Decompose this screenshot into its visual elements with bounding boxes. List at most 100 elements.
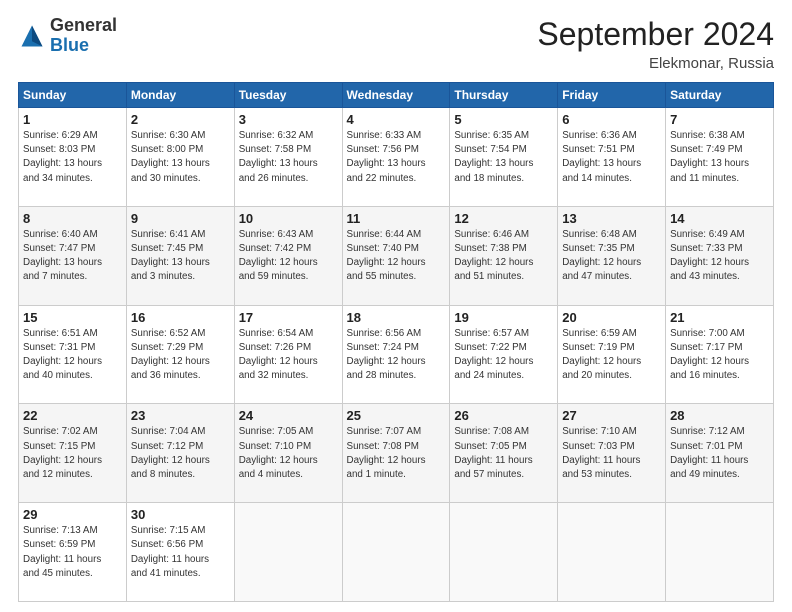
day-number: 12: [454, 211, 553, 226]
day-info: Sunrise: 6:43 AM Sunset: 7:42 PM Dayligh…: [239, 228, 338, 285]
calendar-cell: 19Sunrise: 6:57 AM Sunset: 7:22 PM Dayli…: [450, 305, 558, 404]
logo-blue-text: Blue: [50, 35, 89, 55]
day-number: 26: [454, 408, 553, 423]
day-info: Sunrise: 6:36 AM Sunset: 7:51 PM Dayligh…: [562, 129, 661, 186]
calendar-cell: 14 Sunrise: 6:49 AM Sunset: 7:33 PM Dayli…: [666, 206, 774, 305]
calendar-cell: 1 Sunrise: 6:29 AM Sunset: 8:03 PM Daylig…: [19, 108, 127, 207]
week-row-4: 22 Sunrise: 7:02 AM Sunset: 7:15 PM Dayli…: [19, 404, 774, 503]
calendar-cell: 10 Sunrise: 6:43 AM Sunset: 7:42 PM Dayli…: [234, 206, 342, 305]
day-number: 27: [562, 408, 661, 423]
col-tuesday: Tuesday: [234, 83, 342, 108]
calendar-cell: 12 Sunrise: 6:46 AM Sunset: 7:38 PM Dayli…: [450, 206, 558, 305]
day-info: Sunrise: 7:12 AM Sunset: 7:01 PM Dayligh…: [670, 425, 769, 482]
day-number: 5: [454, 112, 553, 127]
calendar-cell: 18Sunrise: 6:56 AM Sunset: 7:24 PM Dayli…: [342, 305, 450, 404]
day-number: 13: [562, 211, 661, 226]
header: General Blue September 2024 Elekmonar, R…: [18, 16, 774, 72]
day-info: Sunrise: 6:48 AM Sunset: 7:35 PM Dayligh…: [562, 228, 661, 285]
calendar-cell: 7 Sunrise: 6:38 AM Sunset: 7:49 PM Daylig…: [666, 108, 774, 207]
calendar-cell: 4 Sunrise: 6:33 AM Sunset: 7:56 PM Daylig…: [342, 108, 450, 207]
day-number: 3: [239, 112, 338, 127]
day-info: Sunrise: 6:51 AM Sunset: 7:31 PM Dayligh…: [23, 327, 122, 384]
day-number: 20: [562, 310, 661, 325]
logo-general-text: General: [50, 15, 117, 35]
calendar-cell: 30 Sunrise: 7:15 AM Sunset: 6:56 PM Dayli…: [126, 503, 234, 602]
calendar-cell: 23Sunrise: 7:04 AM Sunset: 7:12 PM Dayli…: [126, 404, 234, 503]
calendar-cell: [342, 503, 450, 602]
day-info: Sunrise: 6:33 AM Sunset: 7:56 PM Dayligh…: [347, 129, 446, 186]
day-number: 22: [23, 408, 122, 423]
day-number: 25: [347, 408, 446, 423]
day-info: Sunrise: 6:40 AM Sunset: 7:47 PM Dayligh…: [23, 228, 122, 285]
week-row-5: 29Sunrise: 7:13 AM Sunset: 6:59 PM Dayli…: [19, 503, 774, 602]
day-number: 8: [23, 211, 122, 226]
day-number: 9: [131, 211, 230, 226]
calendar-cell: [666, 503, 774, 602]
day-number: 30: [131, 507, 230, 522]
day-info: Sunrise: 6:44 AM Sunset: 7:40 PM Dayligh…: [347, 228, 446, 285]
calendar-cell: [234, 503, 342, 602]
day-info: Sunrise: 6:32 AM Sunset: 7:58 PM Dayligh…: [239, 129, 338, 186]
day-info: Sunrise: 6:35 AM Sunset: 7:54 PM Dayligh…: [454, 129, 553, 186]
day-info: Sunrise: 6:38 AM Sunset: 7:49 PM Dayligh…: [670, 129, 769, 186]
day-info: Sunrise: 6:46 AM Sunset: 7:38 PM Dayligh…: [454, 228, 553, 285]
day-info: Sunrise: 6:29 AM Sunset: 8:03 PM Dayligh…: [23, 129, 122, 186]
day-number: 17: [239, 310, 338, 325]
day-info: Sunrise: 7:15 AM Sunset: 6:56 PM Dayligh…: [131, 524, 230, 581]
calendar-cell: 20 Sunrise: 6:59 AM Sunset: 7:19 PM Dayli…: [558, 305, 666, 404]
day-number: 29: [23, 507, 122, 522]
calendar-cell: 6 Sunrise: 6:36 AM Sunset: 7:51 PM Daylig…: [558, 108, 666, 207]
day-number: 6: [562, 112, 661, 127]
calendar-cell: 28 Sunrise: 7:12 AM Sunset: 7:01 PM Dayli…: [666, 404, 774, 503]
logo-text: General Blue: [50, 16, 117, 56]
calendar-cell: 27 Sunrise: 7:10 AM Sunset: 7:03 PM Dayli…: [558, 404, 666, 503]
calendar-cell: 2 Sunrise: 6:30 AM Sunset: 8:00 PM Daylig…: [126, 108, 234, 207]
day-info: Sunrise: 7:00 AM Sunset: 7:17 PM Dayligh…: [670, 327, 769, 384]
day-number: 15: [23, 310, 122, 325]
day-number: 1: [23, 112, 122, 127]
day-info: Sunrise: 6:59 AM Sunset: 7:19 PM Dayligh…: [562, 327, 661, 384]
day-info: Sunrise: 7:10 AM Sunset: 7:03 PM Dayligh…: [562, 425, 661, 482]
col-monday: Monday: [126, 83, 234, 108]
day-number: 18: [347, 310, 446, 325]
calendar-cell: 24 Sunrise: 7:05 AM Sunset: 7:10 PM Dayli…: [234, 404, 342, 503]
title-block: September 2024 Elekmonar, Russia: [537, 16, 774, 72]
calendar-cell: 8 Sunrise: 6:40 AM Sunset: 7:47 PM Daylig…: [19, 206, 127, 305]
day-number: 7: [670, 112, 769, 127]
calendar-cell: 22 Sunrise: 7:02 AM Sunset: 7:15 PM Dayli…: [19, 404, 127, 503]
col-friday: Friday: [558, 83, 666, 108]
day-number: 14: [670, 211, 769, 226]
day-info: Sunrise: 6:52 AM Sunset: 7:29 PM Dayligh…: [131, 327, 230, 384]
day-number: 28: [670, 408, 769, 423]
week-row-1: 1 Sunrise: 6:29 AM Sunset: 8:03 PM Daylig…: [19, 108, 774, 207]
calendar-cell: 29Sunrise: 7:13 AM Sunset: 6:59 PM Dayli…: [19, 503, 127, 602]
calendar-cell: 21Sunrise: 7:00 AM Sunset: 7:17 PM Dayli…: [666, 305, 774, 404]
day-info: Sunrise: 6:49 AM Sunset: 7:33 PM Dayligh…: [670, 228, 769, 285]
day-number: 4: [347, 112, 446, 127]
day-number: 10: [239, 211, 338, 226]
day-number: 2: [131, 112, 230, 127]
calendar-cell: [450, 503, 558, 602]
calendar-table: Sunday Monday Tuesday Wednesday Thursday…: [18, 82, 774, 602]
day-info: Sunrise: 6:30 AM Sunset: 8:00 PM Dayligh…: [131, 129, 230, 186]
week-row-3: 15 Sunrise: 6:51 AM Sunset: 7:31 PM Dayli…: [19, 305, 774, 404]
calendar-cell: 25Sunrise: 7:07 AM Sunset: 7:08 PM Dayli…: [342, 404, 450, 503]
week-row-2: 8 Sunrise: 6:40 AM Sunset: 7:47 PM Daylig…: [19, 206, 774, 305]
day-info: Sunrise: 7:05 AM Sunset: 7:10 PM Dayligh…: [239, 425, 338, 482]
page: General Blue September 2024 Elekmonar, R…: [0, 0, 792, 612]
day-info: Sunrise: 6:54 AM Sunset: 7:26 PM Dayligh…: [239, 327, 338, 384]
day-number: 19: [454, 310, 553, 325]
day-info: Sunrise: 7:02 AM Sunset: 7:15 PM Dayligh…: [23, 425, 122, 482]
logo-icon: [18, 22, 46, 50]
calendar-cell: [558, 503, 666, 602]
day-number: 16: [131, 310, 230, 325]
calendar-cell: 15 Sunrise: 6:51 AM Sunset: 7:31 PM Dayli…: [19, 305, 127, 404]
month-year: September 2024: [537, 16, 774, 53]
calendar-cell: 26Sunrise: 7:08 AM Sunset: 7:05 PM Dayli…: [450, 404, 558, 503]
location: Elekmonar, Russia: [537, 55, 774, 72]
calendar-cell: 13 Sunrise: 6:48 AM Sunset: 7:35 PM Dayli…: [558, 206, 666, 305]
day-number: 24: [239, 408, 338, 423]
calendar-cell: 3 Sunrise: 6:32 AM Sunset: 7:58 PM Daylig…: [234, 108, 342, 207]
calendar-cell: 9Sunrise: 6:41 AM Sunset: 7:45 PM Daylig…: [126, 206, 234, 305]
day-number: 11: [347, 211, 446, 226]
